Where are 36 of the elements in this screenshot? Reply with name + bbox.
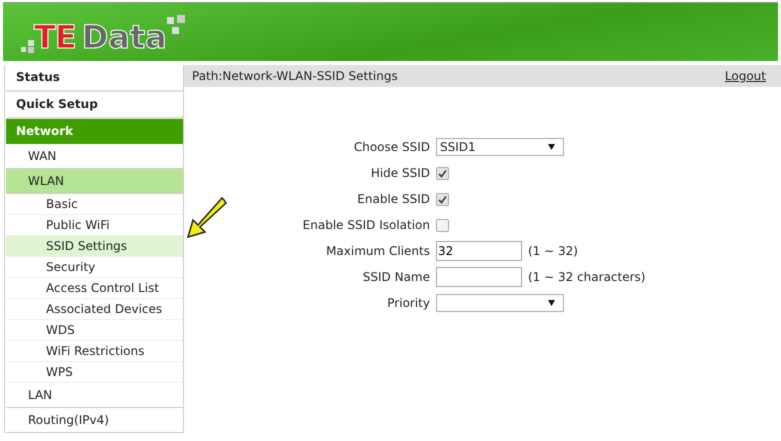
sidebar-item[interactable]: Security: [6, 257, 183, 278]
dropdown-caret-icon: [548, 144, 555, 150]
logo-text: Data: [82, 21, 167, 53]
field-label: SSID Name: [362, 269, 430, 286]
sidebar-item[interactable]: SSID Settings: [6, 236, 183, 257]
sidebar-item[interactable]: WiFi Restrictions: [6, 341, 183, 362]
range-hint: (1 ~ 32): [528, 244, 578, 258]
sidebar-item[interactable]: Associated Devices: [6, 299, 183, 320]
field-label: Hide SSID: [370, 165, 430, 182]
sidebar-item[interactable]: LAN: [6, 383, 183, 408]
input-field[interactable]: 32: [436, 241, 522, 261]
dropdown-caret-icon: [548, 300, 555, 306]
range-hint: (1 ~ 32 characters): [528, 270, 646, 284]
logout-link[interactable]: Logout: [724, 69, 766, 83]
sidebar-item[interactable]: Status: [6, 65, 183, 92]
field-label: Choose SSID: [352, 139, 430, 156]
sidebar-item[interactable]: Routing(IPv4): [6, 408, 183, 433]
sidebar-item[interactable]: Basic: [6, 194, 183, 215]
field-label: Priority: [386, 295, 430, 312]
dropdown[interactable]: [436, 294, 564, 312]
checkbox[interactable]: [436, 218, 449, 232]
dropdown[interactable]: SSID1: [436, 138, 564, 156]
input-field[interactable]: [436, 267, 522, 287]
checkbox[interactable]: [436, 192, 449, 206]
field-label: Enable SSID: [356, 191, 430, 208]
logo-text: TE: [34, 21, 76, 53]
field-label: Maximum Clients: [325, 243, 430, 260]
field-label: Enable SSID Isolation: [302, 217, 430, 234]
logo-squares-icon: [21, 40, 34, 53]
breadcrumb-path: Path:Network-WLAN-SSID Settings: [192, 69, 398, 83]
checkbox[interactable]: [436, 166, 449, 180]
arrow-icon: [186, 197, 228, 239]
sidebar-item[interactable]: WDS: [6, 320, 183, 341]
sidebar-item[interactable]: Access Control List: [6, 278, 183, 299]
sidebar-item[interactable]: WPS: [6, 362, 183, 383]
sidebar-item[interactable]: WLAN: [6, 169, 183, 194]
